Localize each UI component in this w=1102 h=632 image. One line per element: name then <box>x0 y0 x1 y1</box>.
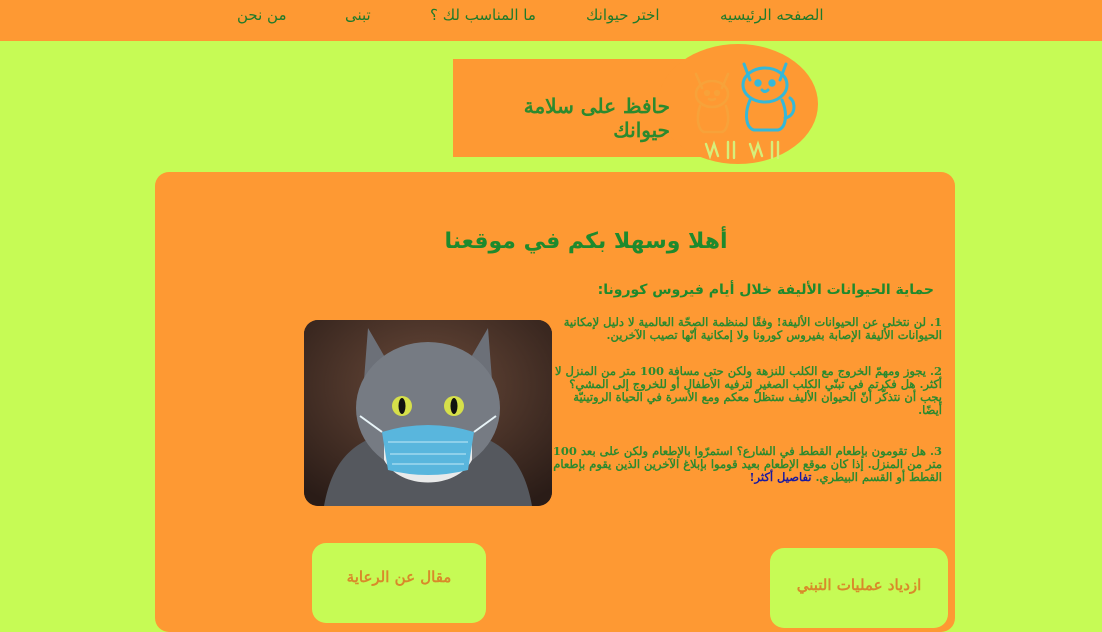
tip-paragraph-1: 1. لن نتخلى عن الحيوانات الأليفة! وفقًا … <box>563 315 942 342</box>
tip-paragraph-3-text: 3. هل تقومون بإطعام القطط في الشارع؟ است… <box>552 444 942 484</box>
nav-about-link[interactable]: من نحن <box>237 6 287 24</box>
cats-logo-icon <box>694 62 796 160</box>
nav-home-link[interactable]: الصفحه الرئيسيه <box>720 6 824 24</box>
adoption-increase-card[interactable]: ازدياد عمليات التبني <box>770 548 948 628</box>
tip-paragraph-2: 2. يجوز ومهمّ الخروج مع الكلب للنزهة ولك… <box>555 364 942 417</box>
tip-paragraph-3: 3. هل تقومون بإطعام القطط في الشارع؟ است… <box>552 445 942 484</box>
nav-suits-you-link[interactable]: ما المناسب لك ؟ <box>430 6 536 24</box>
more-details-link[interactable]: تفاصيل أكثر! <box>749 470 811 484</box>
banner-title: حافظ على سلامة حيوانك <box>523 94 670 142</box>
covid-section-title: حماية الحيوانات الأليفة خلال أيام فيروس … <box>597 282 934 298</box>
top-navbar: الصفحه الرئيسيه اختر حيوانك ما المناسب ل… <box>0 0 1102 41</box>
cat-with-mask-photo <box>304 320 552 506</box>
adoption-increase-label: ازدياد عمليات التبني <box>796 576 922 594</box>
care-article-label: مقال عن الرعاية <box>346 568 452 586</box>
nav-adopt-link[interactable]: تبنى <box>345 6 371 24</box>
welcome-heading: أهلا وسهلا بكم في موقعنا <box>444 229 728 254</box>
care-article-card[interactable]: مقال عن الرعاية <box>312 543 486 623</box>
nav-choose-pet-link[interactable]: اختر حيوانك <box>586 6 660 24</box>
